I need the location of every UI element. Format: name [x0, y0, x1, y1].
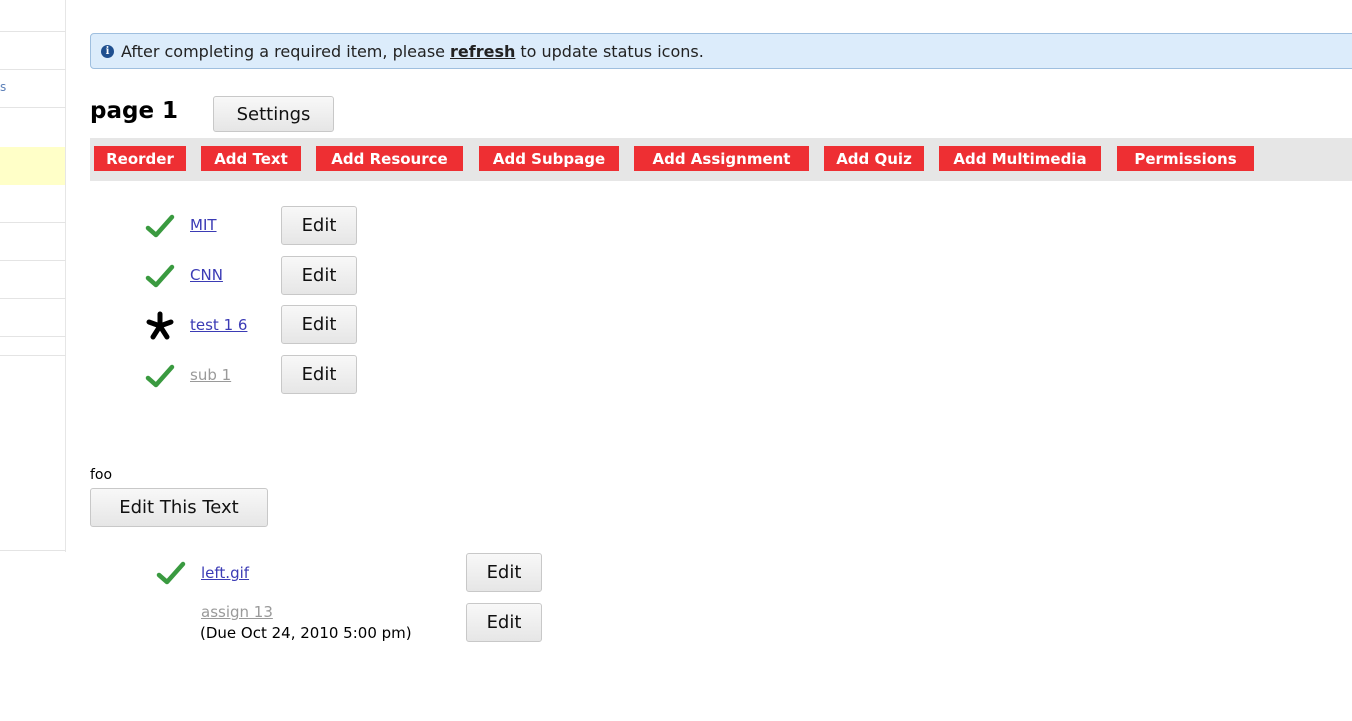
- refresh-link[interactable]: refresh: [450, 42, 515, 61]
- asterisk-icon: [146, 311, 174, 340]
- page-title: page 1: [90, 98, 179, 124]
- edit-button[interactable]: Edit: [281, 256, 357, 295]
- edit-button[interactable]: Edit: [281, 355, 357, 394]
- add-assignment-button[interactable]: Add Assignment: [634, 146, 809, 171]
- edit-button[interactable]: Edit: [466, 603, 542, 642]
- add-text-button[interactable]: Add Text: [201, 146, 301, 171]
- edit-button[interactable]: Edit: [281, 206, 357, 245]
- edit-button[interactable]: Edit: [466, 553, 542, 592]
- info-banner: i After completing a required item, plea…: [90, 33, 1352, 69]
- check-icon: [156, 561, 186, 585]
- left-sidebar: s: [0, 0, 66, 721]
- item-link[interactable]: CNN: [190, 266, 223, 284]
- reorder-button[interactable]: Reorder: [94, 146, 186, 171]
- check-icon: [145, 214, 175, 238]
- check-icon: [145, 264, 175, 288]
- item-link[interactable]: assign 13: [201, 603, 273, 621]
- item-link[interactable]: test 1 6: [190, 316, 247, 334]
- edit-this-text-button[interactable]: Edit This Text: [90, 488, 268, 527]
- permissions-button[interactable]: Permissions: [1117, 146, 1254, 171]
- check-icon: [145, 364, 175, 388]
- due-date: (Due Oct 24, 2010 5:00 pm): [200, 624, 412, 642]
- item-link[interactable]: left.gif: [201, 564, 249, 582]
- add-multimedia-button[interactable]: Add Multimedia: [939, 146, 1101, 171]
- add-resource-button[interactable]: Add Resource: [316, 146, 463, 171]
- text-block: foo: [90, 467, 113, 483]
- settings-button[interactable]: Settings: [213, 96, 334, 132]
- toolbar: Reorder Add Text Add Resource Add Subpag…: [90, 138, 1352, 181]
- sidebar-item-label[interactable]: s: [0, 80, 6, 94]
- sidebar-selected-item[interactable]: [0, 147, 65, 185]
- banner-text-before: After completing a required item, please: [121, 41, 445, 61]
- item-link[interactable]: MIT: [190, 216, 217, 234]
- item-link[interactable]: sub 1: [190, 366, 231, 384]
- info-icon: i: [101, 44, 114, 58]
- add-subpage-button[interactable]: Add Subpage: [479, 146, 619, 171]
- banner-text-after: to update status icons.: [520, 41, 704, 61]
- add-quiz-button[interactable]: Add Quiz: [824, 146, 924, 171]
- edit-button[interactable]: Edit: [281, 305, 357, 344]
